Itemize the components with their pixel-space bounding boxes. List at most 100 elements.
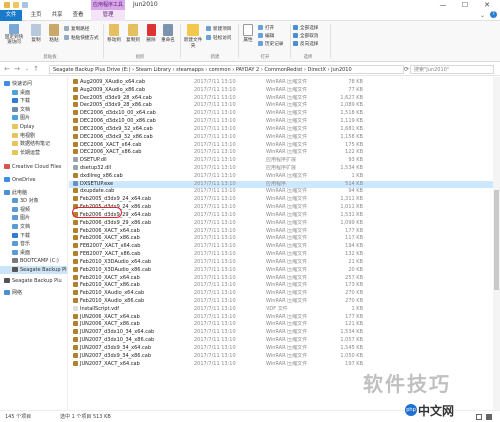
file-row[interactable]: Dec2005_d3dx9_28_x86.cab 2017/7/11 13:10 W… [69,102,493,110]
close-button[interactable]: ✕ [476,0,498,10]
file-row[interactable]: Feb2005_d3dx9_24_x64.cab 2017/7/11 13:10 W… [69,196,493,204]
file-row[interactable]: Feb2010_XACT_x64.cab 2017/7/11 13:10 WinRA… [69,274,493,283]
file-row[interactable]: DSETUP.dll 2017/7/11 13:10 应用程序扩展 93 KB [69,157,493,165]
edit-button[interactable]: 编辑 [258,33,274,40]
file-row[interactable]: dxupdate.cab 2017/7/11 13:10 WinRAR 压缩文件 94… [69,188,493,196]
nav-item[interactable]: 下载 [0,232,67,240]
back-button[interactable]: ← [3,65,11,74]
file-row[interactable]: DEC2006_XACT_x86.cab 2017/7/11 13:10 WinRA… [69,149,493,157]
pin-quick-access-button[interactable]: 固定到快速访问 [3,24,25,45]
nav-item[interactable]: 桌面 [0,89,67,97]
file-row[interactable]: JUN2006_XACT_x86.cab 2017/7/11 13:10 WinRA… [69,321,493,329]
copy-button[interactable]: 复制 [28,24,44,43]
nav-item[interactable]: 3D 对象 [0,197,67,205]
nav-item[interactable]: 快速访问 [0,80,67,88]
tab-manage[interactable]: 管理 [91,10,125,21]
undo-icon[interactable] [22,2,28,8]
file-row[interactable]: InstallScript.vdf 2017/7/11 13:10 VDF 文件 1 … [69,305,493,314]
nav-item[interactable]: Seagate Backup Plu [0,266,67,274]
copy-to-button[interactable]: 复制到 [125,24,141,43]
nav-item[interactable]: 文档 [0,106,67,114]
file-row[interactable]: Feb2006_XACT_x86.cab 2017/7/11 13:10 WinRA… [69,235,493,243]
new-item-button[interactable]: 新建项目 [206,26,231,33]
nav-item[interactable]: 音乐 [0,240,67,248]
file-row[interactable]: Dec2005_d3dx9_28_x64.cab 2017/7/11 13:10 W… [69,94,493,103]
tab-share[interactable]: 共享 [48,10,66,21]
move-to-button[interactable]: 移动到 [106,24,122,43]
file-row[interactable]: dsetup32.dll 2017/7/11 13:10 应用程序扩展 1,534 K… [69,165,493,173]
file-row[interactable]: JUN2007_d3dx9_34_x64.cab 2017/7/11 13:10 W… [69,344,493,353]
nav-item[interactable]: 图片 [0,114,67,122]
properties-button[interactable]: 属性 [241,24,255,43]
file-row[interactable]: Feb2006_d3dx9_29_x64.cab 2017/7/11 13:10 W… [69,211,493,220]
nav-item[interactable]: 下载 [0,97,67,105]
recent-dropdown[interactable]: ⌄ [23,65,31,74]
new-folder-button[interactable]: 新建文件夹 [183,24,203,49]
select-none-button[interactable]: 全部取消 [293,33,318,40]
tab-file[interactable]: 文件 [0,10,22,21]
maximize-button[interactable]: ☐ [454,0,476,10]
easy-access-button[interactable]: 轻松访问 [206,35,231,42]
file-row[interactable]: Feb2010_X3DAudio_x64.cab 2017/7/11 13:10 W… [69,258,493,267]
history-button[interactable]: 历史记录 [258,41,283,48]
select-all-button[interactable]: 全部选择 [293,25,318,32]
search-input[interactable]: 搜索"Jun2010" [410,65,494,74]
file-row[interactable]: DEC2006_d3dx10_00_x64.cab 2017/7/11 13:10… [69,110,493,118]
file-row[interactable]: JUN2006_XACT_x64.cab 2017/7/11 13:10 WinRA… [69,313,493,322]
save-icon[interactable] [4,2,10,8]
file-row[interactable]: Feb2010_XACT_x86.cab 2017/7/11 13:10 WinRA… [69,282,493,290]
address-path[interactable]: Seagate Backup Plus Drive (E:) › Steam L… [49,65,404,74]
file-row[interactable]: JUN2007_d3dx10_34_x64.cab 2017/7/11 13:10… [69,329,493,337]
file-row[interactable]: Feb2006_XACT_x64.cab 2017/7/11 13:10 WinRA… [69,227,493,236]
up-button[interactable]: ↑ [32,65,40,74]
nav-item[interactable]: Seagate Backup Plu [0,277,67,285]
folder-icon[interactable] [13,2,19,8]
delete-button[interactable]: 删除 [144,24,158,43]
file-row[interactable]: Feb2010_X3DAudio_x86.cab 2017/7/11 13:10 W… [69,266,493,275]
file-row[interactable]: DXSETUP.exe 2017/7/11 13:10 应用程序 514 KB [69,180,493,189]
tab-home[interactable]: 主页 [27,10,45,21]
rename-button[interactable]: 重命名 [160,24,176,43]
file-row[interactable]: DEC2006_d3dx9_32_x64.cab 2017/7/11 13:10 W… [69,125,493,134]
nav-item[interactable]: 长期运营 [0,149,67,157]
large-icons-view-icon[interactable] [486,414,492,420]
file-row[interactable]: JUN2007_d3dx10_34_x86.cab 2017/7/11 13:10… [69,337,493,345]
refresh-icon[interactable]: ⟳ [404,66,409,73]
file-row[interactable]: Feb2006_d3dx9_29_x86.cab 2017/7/11 13:10 W… [69,219,493,228]
help-icon[interactable]: ? [490,11,497,18]
nav-item[interactable]: 桌面 [0,249,67,257]
scrollbar-thumb[interactable] [494,190,499,290]
file-row[interactable]: Aug2009_XAudio_x86.cab 2017/7/11 13:10 Win… [69,86,493,95]
file-row[interactable]: Feb2010_XAudio_x86.cab 2017/7/11 13:10 Win… [69,297,493,306]
nav-item[interactable]: 此电脑 [0,189,67,197]
nav-item[interactable]: BOOTCAMP (C:) [0,257,67,265]
details-view-icon[interactable] [476,414,482,420]
nav-item[interactable]: Creative Cloud Files [0,163,67,171]
nav-item[interactable]: 视频 [0,206,67,214]
file-row[interactable]: DEC2006_d3dx10_00_x86.cab 2017/7/11 13:10… [69,118,493,126]
file-row[interactable]: DEC2006_d3dx9_32_x86.cab 2017/7/11 13:10 W… [69,133,493,142]
file-row[interactable]: Aug2009_XAudio_x64.cab 2017/7/11 13:10 Win… [69,79,493,87]
forward-button[interactable]: → [13,65,21,74]
nav-item[interactable]: 数据结构笔记 [0,140,67,148]
file-row[interactable]: Feb2010_XAudio_x64.cab 2017/7/11 13:10 Win… [69,290,493,298]
file-row[interactable]: FEB2007_XACT_x64.cab 2017/7/11 13:10 WinRA… [69,243,493,251]
file-row[interactable]: Feb2005_d3dx9_24_x86.cab 2017/7/11 13:10 W… [69,204,493,212]
nav-item[interactable]: 电视剧 [0,132,67,140]
paste-button[interactable]: 粘贴 [46,24,62,43]
file-row[interactable]: JUN2007_d3dx9_34_x86.cab 2017/7/11 13:10 W… [69,352,493,361]
file-row[interactable]: FEB2007_XACT_x86.cab 2017/7/11 13:10 WinRA… [69,251,493,259]
file-row[interactable]: dxdllreg_x86.cab 2017/7/11 13:10 WinRAR 压缩… [69,172,493,181]
paste-shortcut-button[interactable]: 粘贴快捷方式 [64,35,99,42]
open-button[interactable]: 打开 [258,25,274,32]
chevron-down-icon[interactable]: ⌄ [480,12,485,19]
nav-item[interactable]: 文档 [0,223,67,231]
minimize-button[interactable]: — [432,0,454,10]
invert-selection-button[interactable]: 反向选择 [293,41,318,48]
file-row[interactable]: DEC2006_XACT_x64.cab 2017/7/11 13:10 WinRA… [69,141,493,150]
manage-tool-tab[interactable]: 应用程序工具 [91,0,125,10]
nav-item[interactable]: Dplay [0,123,67,131]
nav-item[interactable]: 图片 [0,214,67,222]
copy-path-button[interactable]: 复制路径 [64,26,89,33]
tab-view[interactable]: 查看 [69,10,87,21]
